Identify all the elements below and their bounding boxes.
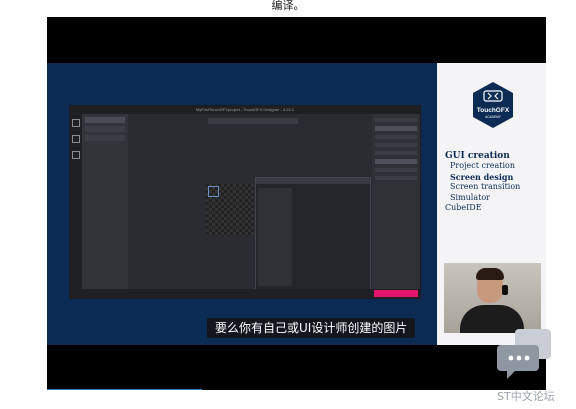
logo-subtext: ACADEMY [485, 115, 502, 119]
texts-icon [72, 151, 80, 159]
app-window-title: MyFirstTouchGFXproject - TouchGFX Design… [70, 106, 420, 114]
app-screens-panel [82, 114, 128, 289]
chat-bubble-icon[interactable] [497, 327, 553, 381]
video-subtitle: 要么你有自己或UI设计师创建的图片 [207, 318, 416, 338]
menu-item-active: Screen design [450, 171, 514, 182]
image-picker-dialog [255, 177, 371, 291]
menu-item: CubeIDE [445, 203, 482, 212]
canvas-preview [206, 184, 254, 236]
app-properties-panel [372, 114, 420, 289]
menu-title: GUI creation [445, 151, 510, 161]
presenter-webcam [444, 263, 541, 333]
video-progress-bar[interactable] [47, 389, 202, 390]
menu-item: Simulator [450, 192, 490, 202]
images-icon [72, 135, 80, 143]
canvas-icon [72, 119, 80, 127]
app-canvas [128, 114, 372, 291]
slide: MyFirstTouchGFXproject - TouchGFX Design… [47, 63, 546, 345]
touchgfx-designer-screenshot: MyFirstTouchGFXproject - TouchGFX Design… [69, 105, 421, 299]
forum-watermark: ST中文论坛 [497, 390, 555, 403]
video-letterbox [47, 17, 546, 63]
slide-sidebar: TouchGFX ACADEMY GUI creation Project cr… [437, 63, 546, 345]
top-caption: 编译。 [271, 0, 305, 12]
app-left-toolbar [70, 114, 82, 298]
menu-item: Screen transition [450, 182, 521, 191]
menu-list: Project creation Screen design Screen tr… [445, 161, 520, 214]
headset-mic-icon [502, 285, 508, 295]
run-simulator-bar [374, 290, 418, 297]
touchgfx-academy-logo: TouchGFX ACADEMY [472, 81, 514, 129]
menu-item: Project creation [450, 161, 516, 170]
app-toolbar [208, 118, 298, 124]
logo-text: TouchGFX [477, 107, 510, 114]
video-player[interactable]: MyFirstTouchGFXproject - TouchGFX Design… [47, 17, 546, 390]
app-status-bar [70, 289, 420, 298]
image-placeholder-icon [208, 186, 219, 197]
